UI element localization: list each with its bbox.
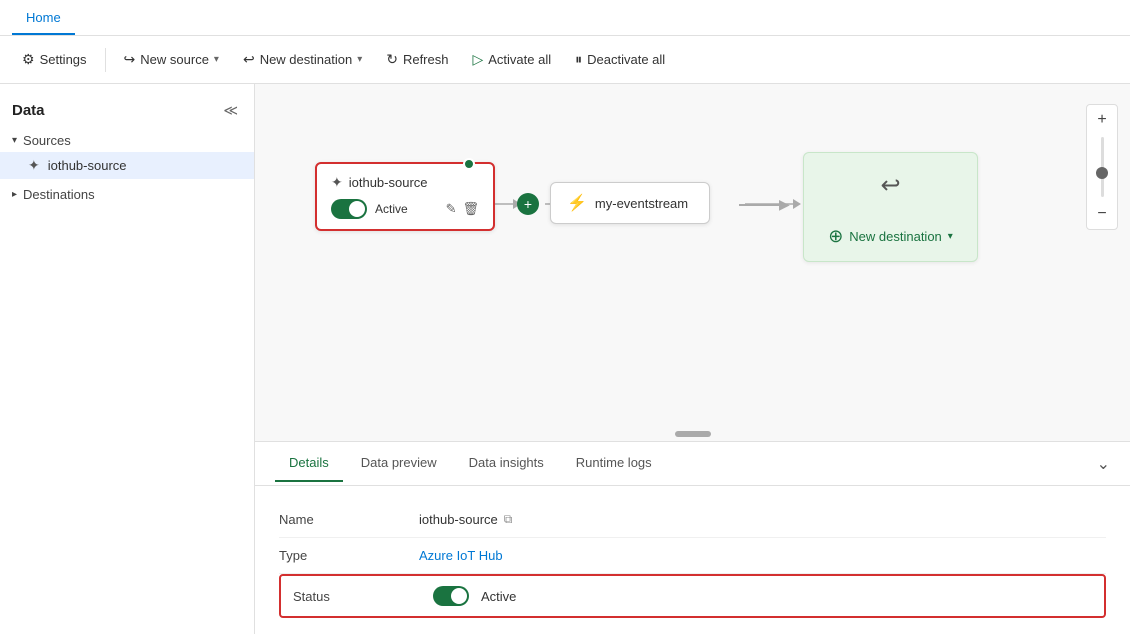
node-header: ✦ iothub-source	[331, 174, 479, 191]
delete-icon[interactable]: 🗑	[462, 201, 479, 217]
name-text: iothub-source	[419, 512, 498, 527]
edit-icon[interactable]: ✎	[446, 201, 457, 217]
deactivate-all-button[interactable]: ⏸ Deactivate all	[565, 45, 675, 74]
tab-data-insights[interactable]: Data insights	[455, 445, 558, 482]
iothub-source-icon: ✦	[28, 157, 40, 174]
refresh-button[interactable]: ↻ Refresh	[376, 45, 458, 74]
details-tabs: Details Data preview Data insights Runti…	[255, 442, 1130, 486]
new-destination-label: New destination	[260, 52, 353, 67]
activate-all-icon: ▷	[472, 51, 483, 68]
toolbar: ⚙ Settings ↪ New source ▾ ↩ New destinat…	[0, 36, 1130, 84]
destinations-chevron-icon: ▸	[12, 189, 17, 200]
activate-all-button[interactable]: ▷ Activate all	[462, 45, 561, 74]
zoom-controls: + −	[1086, 104, 1118, 230]
name-label: Name	[279, 512, 399, 527]
scroll-indicator	[675, 431, 711, 437]
node-controls: Active ✎ 🗑	[331, 199, 479, 219]
destination-icon: ↩	[880, 171, 900, 200]
zoom-slider-track	[1101, 137, 1104, 197]
iothub-source-label: iothub-source	[48, 158, 127, 173]
status-text: Active	[481, 589, 516, 604]
status-label: Status	[293, 589, 413, 604]
status-value: Active	[433, 586, 516, 606]
deactivate-all-label: Deactivate all	[587, 52, 665, 67]
sources-label: Sources	[23, 133, 71, 148]
status-toggle-slider	[433, 586, 469, 606]
zoom-out-button[interactable]: −	[1091, 203, 1113, 225]
flow-arrow: ▶	[739, 196, 790, 213]
tab-runtime-logs[interactable]: Runtime logs	[562, 445, 666, 482]
activate-all-label: Activate all	[488, 52, 551, 67]
new-dest-plus-icon: ⊕	[828, 226, 843, 247]
source-node-icon: ✦	[331, 174, 343, 191]
settings-icon: ⚙	[22, 51, 35, 68]
sources-chevron-icon: ▾	[12, 135, 17, 146]
zoom-slider-thumb	[1096, 167, 1108, 179]
type-value: Azure IoT Hub	[419, 548, 503, 563]
sidebar-section-sources: ▾ Sources ✦ iothub-source	[0, 129, 254, 179]
destinations-section-header[interactable]: ▸ Destinations	[0, 183, 254, 206]
new-source-label: New source	[140, 52, 209, 67]
canvas-area: ✦ iothub-source Active ✎ 🗑	[255, 84, 1130, 634]
details-content: Name iothub-source ⧉ Type Azure IoT Hub …	[255, 486, 1130, 634]
flow-connectors	[255, 84, 1130, 441]
refresh-icon: ↻	[386, 51, 398, 68]
plus-icon[interactable]: +	[517, 193, 539, 215]
sources-section-header[interactable]: ▾ Sources	[0, 129, 254, 152]
toggle-slider	[331, 199, 367, 219]
new-source-icon: ↪	[124, 51, 136, 68]
source-node[interactable]: ✦ iothub-source Active ✎ 🗑	[315, 162, 495, 231]
eventstream-node[interactable]: ⚡ my-eventstream	[550, 182, 710, 224]
source-toggle[interactable]	[331, 199, 367, 219]
name-value: iothub-source ⧉	[419, 512, 512, 527]
type-text: Azure IoT Hub	[419, 548, 503, 563]
plus-connector[interactable]: +	[517, 193, 539, 215]
tab-details[interactable]: Details	[275, 445, 343, 482]
zoom-in-button[interactable]: +	[1091, 109, 1113, 131]
detail-row-name: Name iothub-source ⧉	[279, 502, 1106, 538]
destinations-label: Destinations	[23, 187, 95, 202]
new-dest-label: New destination	[849, 229, 942, 244]
eventstream-title: my-eventstream	[595, 196, 688, 211]
new-destination-button-flow[interactable]: ⊕ New destination ▾	[828, 226, 953, 247]
new-destination-icon: ↩	[243, 51, 255, 68]
new-destination-chevron: ▾	[357, 54, 362, 65]
type-label: Type	[279, 548, 399, 563]
status-toggle[interactable]	[433, 586, 469, 606]
sidebar-section-destinations: ▸ Destinations	[0, 183, 254, 206]
sidebar-header: Data ≪	[0, 96, 254, 129]
details-expand-button[interactable]: ⌄	[1097, 454, 1110, 474]
new-source-button[interactable]: ↪ New source ▾	[114, 45, 229, 74]
tab-home[interactable]: Home	[12, 2, 75, 35]
sidebar: Data ≪ ▾ Sources ✦ iothub-source ▸ Desti…	[0, 84, 255, 634]
refresh-label: Refresh	[403, 52, 449, 67]
source-node-title: iothub-source	[349, 175, 428, 190]
tab-bar: Home	[0, 0, 1130, 36]
deactivate-all-icon: ⏸	[575, 51, 582, 68]
detail-row-status: Status Active	[279, 574, 1106, 618]
copy-icon[interactable]: ⧉	[504, 512, 513, 527]
sidebar-collapse-button[interactable]: ≪	[219, 100, 242, 121]
toggle-label: Active	[375, 202, 408, 216]
details-panel: Details Data preview Data insights Runti…	[255, 441, 1130, 634]
arrow-line	[739, 204, 779, 206]
flow-canvas[interactable]: ✦ iothub-source Active ✎ 🗑	[255, 84, 1130, 441]
sidebar-title: Data	[12, 102, 45, 119]
separator-1	[105, 48, 106, 72]
destination-node[interactable]: ↩ ⊕ New destination ▾	[803, 152, 978, 262]
connector-dot	[463, 158, 475, 170]
main-layout: Data ≪ ▾ Sources ✦ iothub-source ▸ Desti…	[0, 84, 1130, 634]
new-dest-chevron: ▾	[948, 231, 953, 242]
detail-row-type: Type Azure IoT Hub	[279, 538, 1106, 574]
settings-button[interactable]: ⚙ Settings	[12, 45, 97, 74]
eventstream-icon: ⚡	[567, 193, 587, 213]
new-source-chevron: ▾	[214, 54, 219, 65]
arrow-head: ▶	[779, 196, 790, 213]
settings-label: Settings	[40, 52, 87, 67]
node-action-icons: ✎ 🗑	[446, 201, 479, 217]
sidebar-item-iothub-source[interactable]: ✦ iothub-source	[0, 152, 254, 179]
new-destination-button[interactable]: ↩ New destination ▾	[233, 45, 372, 74]
tab-data-preview[interactable]: Data preview	[347, 445, 451, 482]
